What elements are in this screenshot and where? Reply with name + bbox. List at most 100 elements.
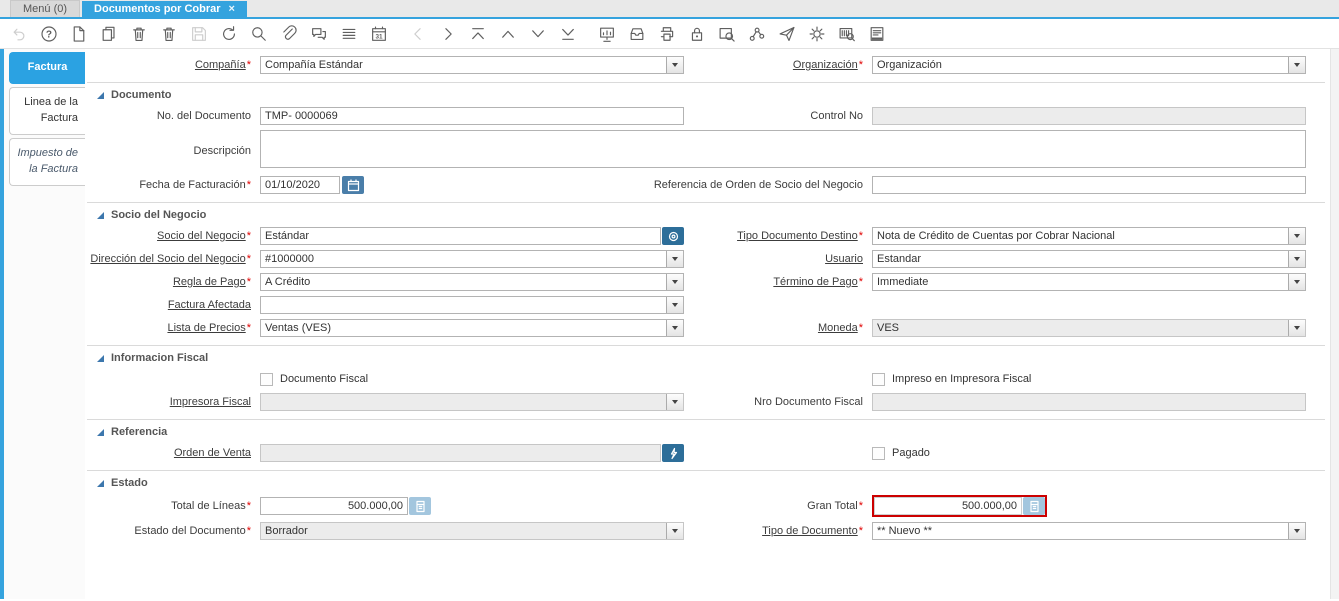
moneda-label[interactable]: Moneda [818, 322, 858, 334]
pagado-checkbox[interactable] [872, 446, 885, 460]
collapse-icon[interactable] [97, 91, 104, 99]
chevron-down-icon[interactable] [666, 57, 683, 73]
section-documento: Documento [87, 82, 1325, 102]
chat-icon[interactable] [304, 21, 334, 47]
copy-record-icon[interactable] [94, 21, 124, 47]
fecha-facturacion-input[interactable] [260, 176, 340, 194]
impreso-fiscal-label: Impreso en Impresora Fiscal [892, 373, 1032, 385]
chevron-down-icon[interactable] [666, 251, 683, 267]
form-row: Socio del Negocio* Tipo Documento Destin… [87, 227, 1325, 245]
compania-select[interactable]: Compañía Estándar [260, 56, 684, 74]
send-mail-icon[interactable] [772, 21, 802, 47]
chevron-down-icon[interactable] [666, 320, 683, 336]
orden-venta-zoom-button[interactable] [662, 444, 684, 462]
find-icon[interactable] [244, 21, 274, 47]
help-icon[interactable]: ? [34, 21, 64, 47]
descripcion-textarea[interactable] [260, 130, 1306, 168]
nro-doc-fiscal-input [872, 393, 1306, 411]
form-row: Estado del Documento * Borrador Tipo de D… [87, 522, 1325, 540]
close-icon[interactable]: × [229, 3, 235, 15]
print-icon[interactable] [652, 21, 682, 47]
lock-icon[interactable] [682, 21, 712, 47]
chevron-down-icon[interactable] [666, 297, 683, 313]
documento-fiscal-checkbox[interactable] [260, 372, 273, 386]
termino-pago-label[interactable]: Término de Pago [773, 276, 857, 288]
section-socio-del-negocio: Socio del Negocio [87, 202, 1325, 222]
direccion-socio-label[interactable]: Dirección del Socio del Negocio [90, 253, 245, 265]
impreso-fiscal-checkbox[interactable] [872, 372, 885, 386]
orden-venta-input [260, 444, 661, 462]
chevron-down-icon[interactable] [1288, 523, 1305, 539]
regla-pago-select[interactable]: A Crédito [260, 273, 684, 291]
tab-impuesto-de-la-factura[interactable]: Impuesto de la Factura [9, 137, 85, 186]
next-record-icon[interactable] [523, 21, 553, 47]
form-row: Documento Fiscal Impreso en Impresora Fi… [87, 370, 1325, 388]
tipo-doc-destino-label[interactable]: Tipo Documento Destino [737, 230, 858, 242]
regla-pago-label[interactable]: Regla de Pago [173, 276, 246, 288]
collapse-icon[interactable] [97, 479, 104, 487]
tab-menu[interactable]: Menú (0) [10, 0, 81, 17]
archive-icon[interactable] [622, 21, 652, 47]
factura-afectada-label[interactable]: Factura Afectada [168, 299, 251, 311]
previous-record-icon[interactable] [493, 21, 523, 47]
calendar-icon[interactable]: 31 [364, 21, 394, 47]
socio-negocio-label[interactable]: Socio del Negocio [157, 230, 246, 242]
chevron-down-icon[interactable] [1288, 228, 1305, 244]
compania-label[interactable]: Compañía [195, 59, 246, 71]
tipo-doc-destino-select[interactable]: Nota de Crédito de Cuentas por Cobrar Na… [872, 227, 1306, 245]
organizacion-label[interactable]: Organización [793, 59, 858, 71]
tab-factura[interactable]: Factura [9, 52, 85, 84]
calendar-picker-button[interactable] [342, 176, 364, 194]
factura-afectada-select[interactable] [260, 296, 684, 314]
process-icon[interactable] [802, 21, 832, 47]
lista-precios-label[interactable]: Lista de Precios [167, 322, 245, 334]
first-record-icon[interactable] [463, 21, 493, 47]
usuario-label[interactable]: Usuario [825, 253, 863, 265]
new-record-icon[interactable] [64, 21, 94, 47]
zoom-across-icon[interactable] [712, 21, 742, 47]
collapse-icon[interactable] [97, 354, 104, 362]
collapse-icon[interactable] [97, 211, 104, 219]
nav-right-icon[interactable] [433, 21, 463, 47]
workflow-icon[interactable] [742, 21, 772, 47]
report-view-icon[interactable] [862, 21, 892, 47]
toolbar: ? 31 [0, 19, 1339, 49]
attachment-icon[interactable] [274, 21, 304, 47]
tipo-documento-select[interactable]: ** Nuevo ** [872, 522, 1306, 540]
form-row: Dirección del Socio del Negocio * #100000… [87, 250, 1325, 268]
delete-record-icon[interactable] [124, 21, 154, 47]
termino-pago-select[interactable]: Immediate [872, 273, 1306, 291]
product-info-icon[interactable] [832, 21, 862, 47]
scrollbar[interactable] [1330, 49, 1339, 599]
socio-negocio-input[interactable] [260, 227, 661, 245]
chevron-down-icon[interactable] [1288, 251, 1305, 267]
report-icon[interactable] [592, 21, 622, 47]
collapse-icon[interactable] [97, 428, 104, 436]
tipo-documento-label[interactable]: Tipo de Documento [762, 525, 858, 537]
chevron-down-icon[interactable] [1288, 57, 1305, 73]
last-record-icon[interactable] [553, 21, 583, 47]
orden-venta-label[interactable]: Orden de Venta [174, 447, 251, 459]
direccion-socio-value: #1000000 [265, 253, 314, 265]
usuario-value: Estandar [877, 253, 922, 265]
impresora-fiscal-label[interactable]: Impresora Fiscal [170, 396, 251, 408]
refresh-icon[interactable] [214, 21, 244, 47]
chevron-down-icon[interactable] [1288, 274, 1305, 290]
tab-documentos-por-cobrar[interactable]: Documentos por Cobrar × [82, 1, 247, 17]
delete-selection-icon[interactable] [154, 21, 184, 47]
tab-linea-de-la-factura[interactable]: Linea de la Factura [9, 86, 85, 135]
lista-precios-select[interactable]: Ventas (VES) [260, 319, 684, 337]
no-documento-input[interactable] [260, 107, 684, 125]
form-row: Orden de Venta Pagado [87, 444, 1325, 462]
organizacion-select[interactable]: Organización [872, 56, 1306, 74]
grid-toggle-icon[interactable] [334, 21, 364, 47]
direccion-socio-select[interactable]: #1000000 [260, 250, 684, 268]
section-referencia: Referencia [87, 419, 1325, 439]
pagado-label: Pagado [892, 447, 930, 459]
control-no-input [872, 107, 1306, 125]
referencia-orden-input[interactable] [872, 176, 1306, 194]
business-partner-search-button[interactable] [662, 227, 684, 245]
chevron-down-icon[interactable] [666, 274, 683, 290]
gran-total-input[interactable] [874, 497, 1022, 515]
usuario-select[interactable]: Estandar [872, 250, 1306, 268]
